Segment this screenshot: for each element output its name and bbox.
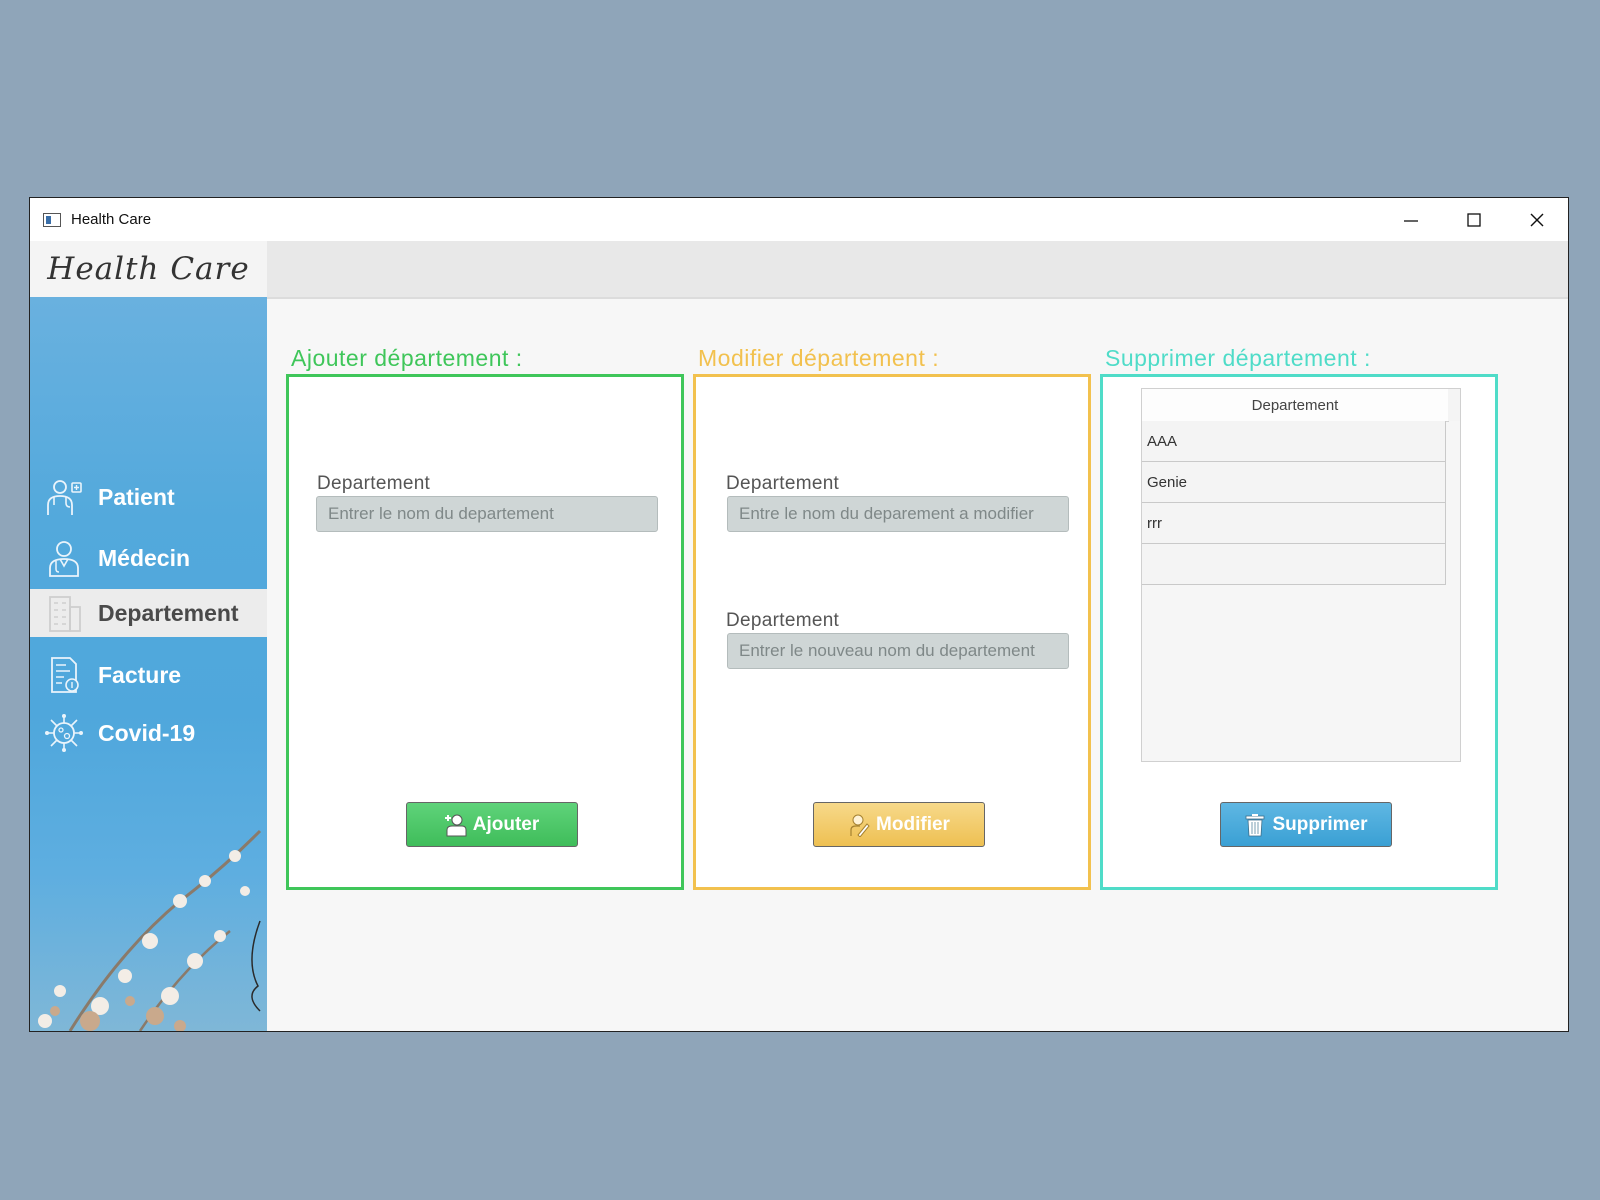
delete-section-title: Supprimer département : — [1105, 345, 1371, 371]
ajouter-button[interactable]: Ajouter — [406, 802, 578, 847]
sidebar-item-patient[interactable]: Patient — [30, 473, 267, 521]
add-department-input[interactable] — [316, 496, 658, 532]
ajouter-button-label: Ajouter — [472, 813, 540, 835]
sidebar-item-facture[interactable]: Facture — [30, 651, 267, 699]
supprimer-button-label: Supprimer — [1272, 813, 1368, 835]
sidebar-item-label: Médecin — [98, 544, 191, 571]
table-header-corner — [1448, 389, 1460, 421]
close-icon — [1530, 213, 1543, 226]
table-row[interactable]: AAA — [1142, 421, 1446, 462]
title-bar: Health Care — [30, 198, 1568, 241]
medecin-icon — [49, 541, 79, 577]
sidebar-item-label: Covid-19 — [98, 719, 196, 746]
edit-field2-label: Departement — [726, 610, 840, 631]
delete-department-panel: Departement AAA Genie rrr Supprimer — [1100, 374, 1498, 890]
new-department-input[interactable] — [727, 633, 1069, 669]
maximize-icon — [1466, 212, 1481, 227]
edit-field1-label: Departement — [726, 473, 840, 494]
trash-icon — [1246, 813, 1265, 836]
edit-user-icon — [850, 814, 870, 837]
logo-box: Health Care — [30, 241, 267, 297]
sidebar-item-medecin[interactable]: Médecin — [30, 534, 267, 582]
close-button[interactable] — [1505, 198, 1568, 241]
minimize-icon — [1403, 219, 1418, 222]
department-table[interactable]: Departement AAA Genie rrr — [1141, 388, 1461, 762]
invoice-icon — [51, 657, 79, 693]
table-row[interactable] — [1142, 544, 1446, 585]
app-logo: Health Care — [47, 251, 250, 287]
add-section-title: Ajouter département : — [291, 345, 523, 371]
table-row[interactable]: Genie — [1142, 462, 1446, 503]
virus-icon — [45, 714, 83, 752]
sidebar: Health Care Patient Médecin Departement … — [30, 241, 267, 1031]
supprimer-button[interactable]: Supprimer — [1220, 802, 1392, 847]
blossom-decoration — [38, 829, 262, 1031]
maximize-button[interactable] — [1442, 198, 1505, 241]
add-department-panel: Departement Ajouter — [286, 374, 684, 890]
edit-section-title: Modifier département : — [698, 345, 940, 371]
table-row[interactable]: rrr — [1142, 503, 1446, 544]
table-column-header[interactable]: Departement — [1142, 389, 1449, 422]
sidebar-item-label: Departement — [98, 599, 239, 626]
modifier-button[interactable]: Modifier — [813, 802, 985, 847]
edit-department-panel: Departement Departement Modifier — [693, 374, 1091, 890]
sidebar-item-label: Facture — [98, 661, 182, 688]
minimize-button[interactable] — [1379, 198, 1442, 241]
sidebar-item-label: Patient — [98, 483, 175, 510]
modifier-button-label: Modifier — [876, 813, 950, 835]
building-icon — [49, 596, 81, 632]
add-user-icon — [444, 814, 467, 836]
top-strip — [267, 241, 1568, 299]
window-title: Health Care — [71, 211, 152, 228]
sidebar-item-departement[interactable]: Departement — [30, 589, 267, 637]
add-field-label: Departement — [317, 473, 431, 494]
old-department-input[interactable] — [727, 496, 1069, 532]
app-window: Health Care Health Care Patient Médecin … — [29, 197, 1569, 1032]
sidebar-item-covid[interactable]: Covid-19 — [30, 709, 267, 757]
app-icon — [43, 212, 61, 227]
doctor-icon — [47, 480, 82, 515]
window-controls — [1379, 198, 1568, 241]
